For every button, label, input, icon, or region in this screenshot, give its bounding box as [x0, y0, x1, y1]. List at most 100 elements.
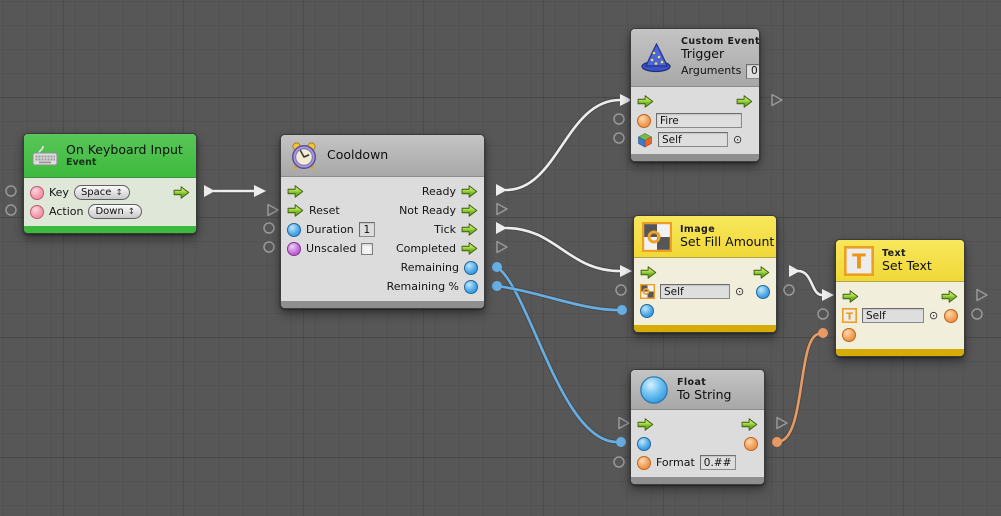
flow-wire: [506, 100, 620, 190]
node-title: Cooldown: [327, 148, 388, 163]
flow-port-icon[interactable]: [461, 185, 478, 198]
svg-text:T: T: [852, 249, 866, 273]
node-custom-event-trigger[interactable]: Custom EventTriggerArguments0FireSelf⊙: [630, 28, 760, 162]
port-row-right: [744, 437, 758, 451]
text-input[interactable]: Self: [658, 132, 728, 147]
port-row-right: Not Ready: [399, 204, 478, 217]
node-float-to-string[interactable]: FloatTo String Format 0.##: [630, 369, 765, 485]
port-row: KeySpace↕: [24, 183, 196, 202]
dropdown[interactable]: Space ↕: [74, 185, 130, 200]
dropdown-value: Space: [81, 187, 111, 198]
image-icon: [642, 222, 672, 252]
object-picker-icon[interactable]: ⊙: [733, 134, 742, 145]
node-header[interactable]: Custom EventTriggerArguments0: [631, 29, 759, 87]
float-icon: [639, 375, 669, 405]
flow-port-icon[interactable]: [461, 223, 478, 236]
image-mini-icon[interactable]: [640, 284, 655, 299]
node-cooldown[interactable]: CooldownReadyResetNot ReadyDuration1Tick…: [280, 134, 485, 309]
flow-port-icon[interactable]: [637, 418, 654, 431]
port-label: Format: [656, 456, 695, 469]
node-header[interactable]: ImageSet Fill Amount: [634, 216, 776, 258]
node-on-keyboard-input[interactable]: On Keyboard InputEventKeySpace↕ActionDow…: [23, 133, 197, 234]
pink-value-port-icon[interactable]: [30, 186, 44, 200]
header-field-label: Arguments: [681, 65, 741, 78]
node-header-text: TextSet Text: [882, 248, 932, 274]
flow-port-icon[interactable]: [753, 266, 770, 279]
blue-value-port-icon[interactable]: [464, 280, 478, 294]
graph-canvas[interactable]: On Keyboard InputEventKeySpace↕ActionDow…: [0, 0, 1001, 516]
orange-value-port-icon[interactable]: [637, 114, 651, 128]
blue-value-port-icon[interactable]: [287, 223, 301, 237]
flow-port-icon[interactable]: [736, 95, 753, 108]
wire-source-triangle: [204, 185, 215, 197]
header-field-input[interactable]: 0: [746, 64, 760, 79]
port-row-right: [173, 186, 190, 199]
port-row: Self ⊙: [634, 282, 776, 301]
wire-arrowhead-icon: [822, 289, 834, 301]
orange-value-port-icon[interactable]: [842, 328, 856, 342]
port-label: Action: [49, 205, 83, 218]
port-label: Completed: [396, 242, 456, 255]
blue-value-port-icon[interactable]: [637, 437, 651, 451]
port-row-right: [741, 418, 758, 431]
port-label: Tick: [434, 223, 456, 236]
wire-source-triangle: [789, 265, 800, 277]
wire-arrowhead-icon: [254, 185, 266, 197]
header-field: Arguments 0: [681, 64, 760, 79]
flow-port-icon[interactable]: [287, 204, 304, 217]
alarm-clock-icon: [289, 141, 319, 171]
port-label: Not Ready: [399, 204, 456, 217]
node-body: KeySpace↕ActionDown↕: [24, 178, 196, 226]
flow-port-icon[interactable]: [640, 266, 657, 279]
node-body: Format 0.##: [631, 410, 764, 477]
node-title: To String: [677, 388, 731, 403]
flow-port-icon[interactable]: [461, 242, 478, 255]
port-label: Duration: [306, 223, 354, 236]
flow-port-icon[interactable]: [461, 204, 478, 217]
external-flow-port-marker-icon: [497, 204, 507, 215]
orange-value-port-icon[interactable]: [744, 437, 758, 451]
flow-port-icon[interactable]: [173, 186, 190, 199]
port-row-right: [944, 309, 958, 323]
flow-port-icon[interactable]: [941, 290, 958, 303]
dropdown[interactable]: Down↕: [88, 204, 141, 219]
text-input[interactable]: Fire: [656, 113, 742, 128]
wire-endpoint-dot: [818, 328, 828, 338]
orange-value-port-icon[interactable]: [944, 309, 958, 323]
object-picker-icon[interactable]: ⊙: [735, 286, 744, 297]
node-body: Fire Self ⊙: [631, 87, 759, 154]
purple-value-port-icon[interactable]: [287, 242, 301, 256]
node-text-set-text[interactable]: T TextSet Text T Self ⊙: [835, 239, 965, 357]
node-header[interactable]: FloatTo String: [631, 370, 764, 410]
flow-port-icon[interactable]: [637, 95, 654, 108]
node-header-text: FloatTo String: [677, 377, 731, 403]
cube-icon[interactable]: [637, 132, 653, 148]
text-input[interactable]: Self: [660, 284, 730, 299]
text-input[interactable]: 1: [359, 222, 375, 237]
text-input[interactable]: Self: [862, 308, 924, 323]
node-image-set-fill-amount[interactable]: ImageSet Fill Amount Self ⊙: [633, 215, 777, 333]
port-row: Ready: [281, 182, 484, 201]
node-body: T Self ⊙: [836, 282, 964, 349]
node-header[interactable]: On Keyboard InputEvent: [24, 134, 196, 178]
checkbox[interactable]: [361, 243, 373, 255]
blue-value-port-icon[interactable]: [756, 285, 770, 299]
flow-port-icon[interactable]: [287, 185, 304, 198]
flow-port-icon[interactable]: [842, 290, 859, 303]
node-title: Set Text: [882, 259, 932, 274]
text-mini-icon[interactable]: T: [842, 308, 857, 323]
port-row: Remaining %: [281, 277, 484, 296]
orange-value-port-icon[interactable]: [637, 456, 651, 470]
node-header[interactable]: Cooldown: [281, 135, 484, 177]
text-input[interactable]: 0.##: [700, 455, 736, 470]
blue-value-port-icon[interactable]: [640, 304, 654, 318]
blue-value-port-icon[interactable]: [464, 261, 478, 275]
flow-port-icon[interactable]: [741, 418, 758, 431]
port-row-right: Remaining: [401, 261, 478, 275]
object-picker-icon[interactable]: ⊙: [929, 310, 938, 321]
node-header[interactable]: T TextSet Text: [836, 240, 964, 282]
dropdown-arrows-icon: ↕: [115, 188, 122, 198]
port-row: [631, 92, 759, 111]
pink-value-port-icon[interactable]: [30, 205, 44, 219]
port-row: T Self ⊙: [836, 306, 964, 325]
